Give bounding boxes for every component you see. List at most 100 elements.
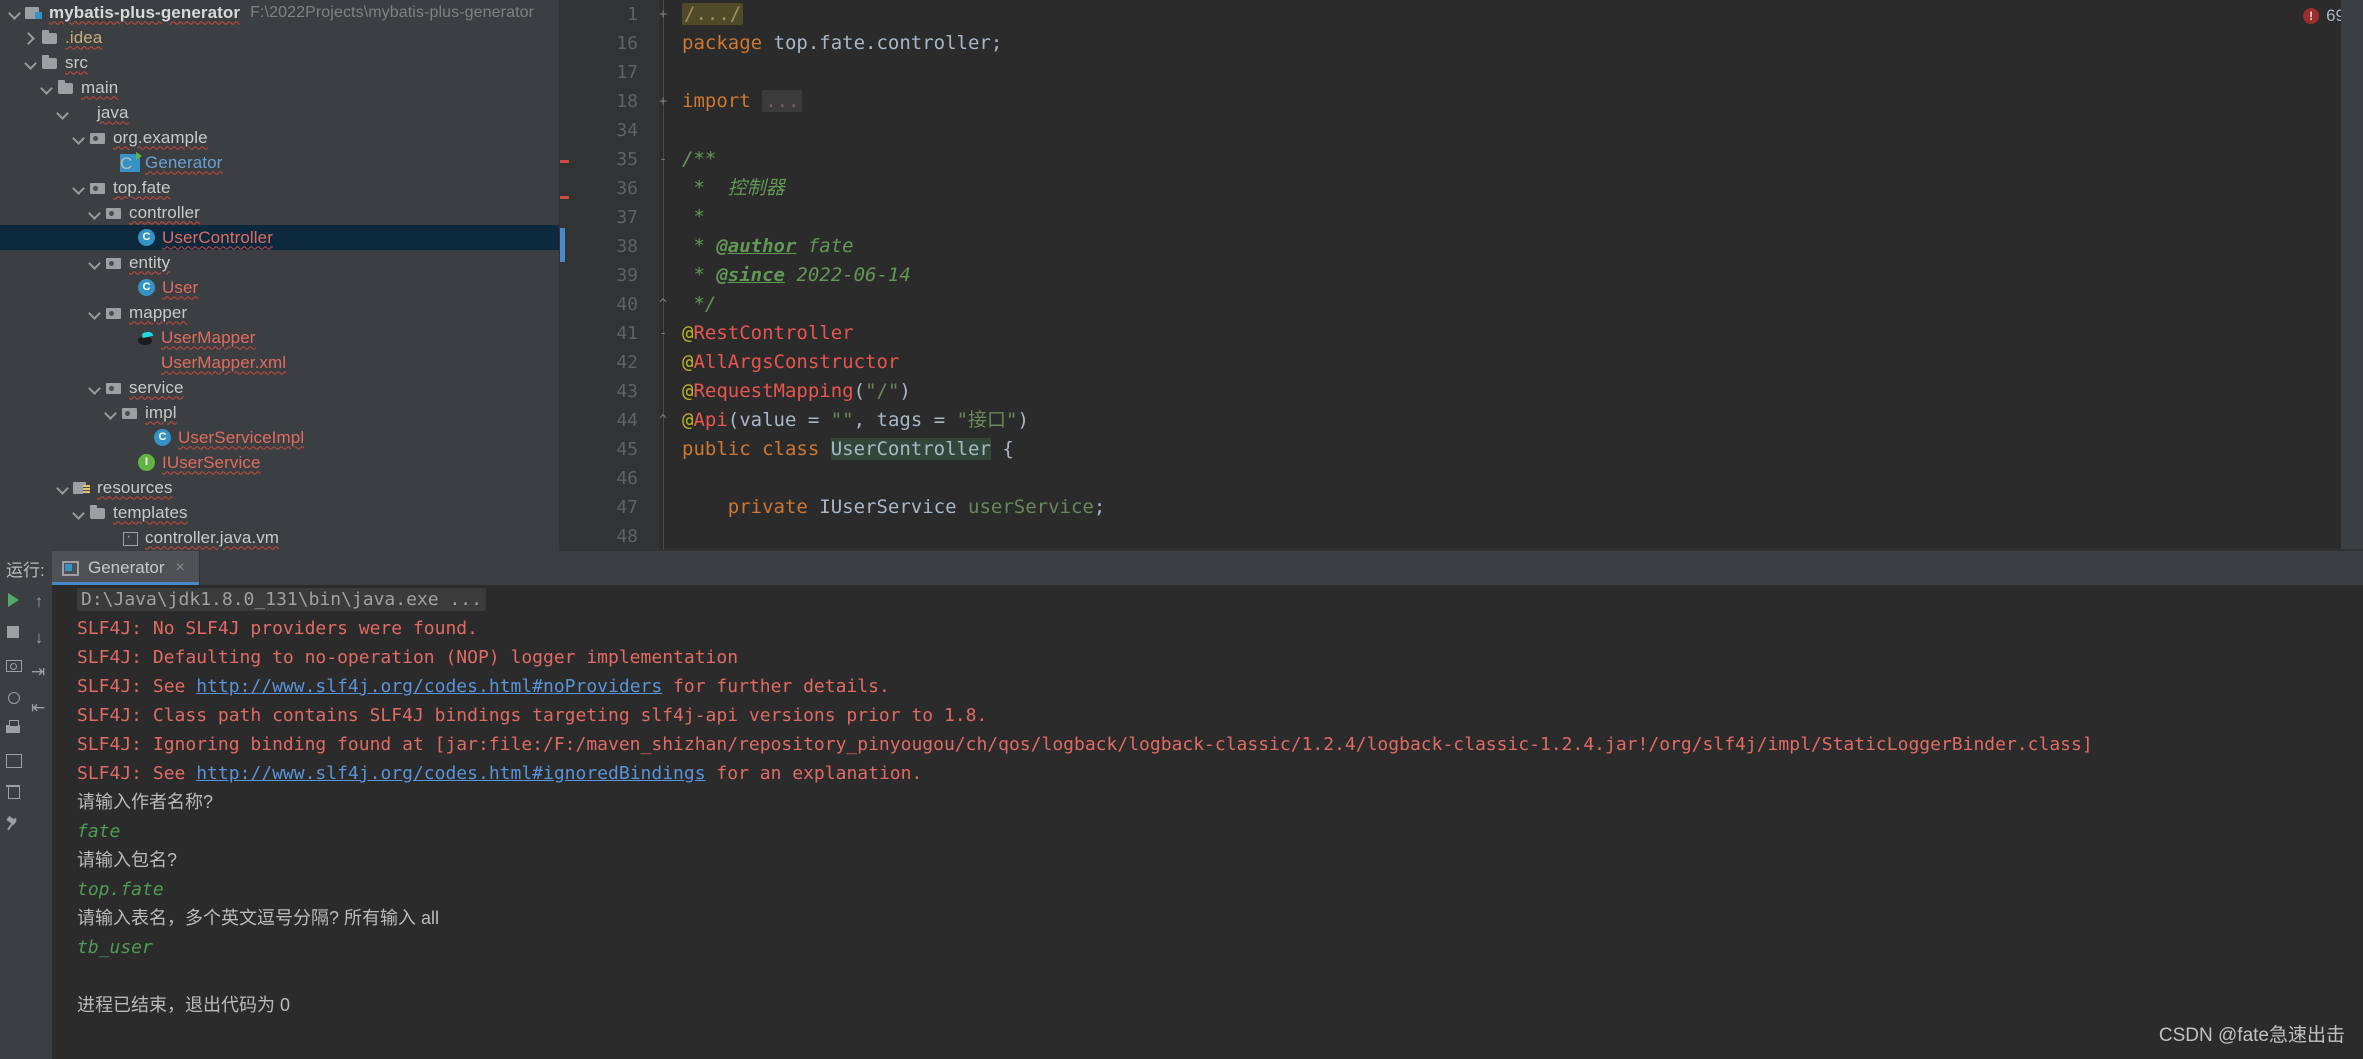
- code-token: IUserService: [819, 496, 968, 518]
- code-line[interactable]: 43 @RequestMapping("/"): [560, 377, 2363, 406]
- chevron-down-icon[interactable]: [70, 129, 88, 147]
- project-tree[interactable]: .idea src main java org.example C Generator top…: [0, 25, 559, 550]
- tree-row-controller[interactable]: controller: [0, 200, 559, 225]
- chevron-down-icon[interactable]: [54, 104, 72, 122]
- console-line: SLF4J: Class path contains SLF4J binding…: [52, 701, 2363, 730]
- fold-toggle-icon[interactable]: +: [656, 0, 670, 29]
- tree-row-java[interactable]: java: [0, 100, 559, 125]
- scroll-down-button[interactable]: ↓: [30, 629, 48, 647]
- tree-row-generator[interactable]: C Generator: [0, 150, 559, 175]
- console-text: 请输入表名，多个英文逗号分隔? 所有输入 all: [77, 908, 440, 928]
- console-text: SLF4J: See: [77, 676, 197, 697]
- fold-toggle-icon[interactable]: ^: [656, 406, 670, 435]
- code-line[interactable]: 35-/**: [560, 145, 2363, 174]
- console-output[interactable]: D:\Java\jdk1.8.0_131\bin\java.exe ... SLF…: [52, 585, 2363, 1059]
- top-area: mybatis-plus-generator F:\2022Projects\m…: [0, 0, 2363, 551]
- tree-row--idea[interactable]: .idea: [0, 25, 559, 50]
- tree-row-top-fate[interactable]: top.fate: [0, 175, 559, 200]
- tree-row-entity[interactable]: entity: [0, 250, 559, 275]
- watermark-label: CSDN @fate急速出击: [2158, 1025, 2345, 1046]
- console-link[interactable]: http://www.slf4j.org/codes.html#noProvid…: [196, 676, 662, 697]
- fold-toggle-icon[interactable]: ^: [656, 290, 670, 319]
- tree-row-iuserservice[interactable]: I IUserService: [0, 450, 559, 475]
- chevron-down-icon[interactable]: [86, 304, 104, 322]
- tree-row-service[interactable]: service: [0, 375, 559, 400]
- code-line[interactable]: 46: [560, 464, 2363, 493]
- rerun-button[interactable]: [4, 591, 22, 609]
- close-icon[interactable]: ×: [176, 559, 185, 577]
- chevron-down-icon[interactable]: [22, 54, 40, 72]
- code-line[interactable]: 45 public class UserController {: [560, 435, 2363, 464]
- code-line[interactable]: 1 + /.../: [560, 0, 2363, 29]
- scroll-to-end-button[interactable]: [30, 699, 48, 719]
- tab-generator[interactable]: Generator ×: [52, 551, 199, 585]
- run-toolbar-left[interactable]: [0, 585, 26, 1059]
- code-line[interactable]: 18 + import ...: [560, 87, 2363, 116]
- soft-wrap-button[interactable]: [30, 663, 48, 683]
- tree-item-label: Generator: [145, 152, 223, 172]
- chevron-down-icon[interactable]: [6, 4, 24, 22]
- code-line[interactable]: 39 * @since 2022-06-14: [560, 261, 2363, 290]
- code-line[interactable]: 41- @RestController: [560, 319, 2363, 348]
- tree-row-org-example[interactable]: org.example: [0, 125, 559, 150]
- code-token: "接口": [956, 409, 1018, 431]
- code-line[interactable]: 38 * @author fate: [560, 232, 2363, 261]
- book-button[interactable]: [4, 751, 22, 769]
- chevron-down-icon[interactable]: [54, 479, 72, 497]
- tree-row-user[interactable]: C User: [0, 275, 559, 300]
- tree-row-usermapper[interactable]: UserMapper: [0, 325, 559, 350]
- chevron-down-icon[interactable]: [86, 204, 104, 222]
- console-scrollbar[interactable]: [2349, 585, 2363, 1059]
- tree-row-templates[interactable]: templates: [0, 500, 559, 525]
- tree-row-main[interactable]: main: [0, 75, 559, 100]
- code-line[interactable]: 48: [560, 522, 2363, 551]
- code-line[interactable]: 37 *: [560, 203, 2363, 232]
- tree-row-impl[interactable]: impl: [0, 400, 559, 425]
- code-line[interactable]: 36 * 控制器: [560, 174, 2363, 203]
- code-line[interactable]: 16 package top.fate.controller;: [560, 29, 2363, 58]
- fold-toggle-icon[interactable]: +: [656, 87, 670, 116]
- tree-row-project-root[interactable]: mybatis-plus-generator F:\2022Projects\m…: [0, 0, 559, 25]
- code-line[interactable]: 34: [560, 116, 2363, 145]
- tree-item-label: entity: [129, 252, 171, 272]
- chevron-down-icon[interactable]: [86, 379, 104, 397]
- run-tab-bar[interactable]: 运行: Generator ×: [0, 551, 2363, 585]
- code-token: package: [682, 32, 774, 54]
- tree-row-resources[interactable]: resources: [0, 475, 559, 500]
- chevron-down-icon[interactable]: [70, 179, 88, 197]
- chevron-right-icon[interactable]: [22, 29, 40, 47]
- camera-button[interactable]: [4, 655, 22, 673]
- run-toolbar-secondary[interactable]: ↑ ↓: [26, 585, 52, 1059]
- code-lines[interactable]: 1 + /.../ 16 package top.fate.controller; 17 1…: [560, 0, 2363, 551]
- scroll-up-button[interactable]: ↑: [30, 593, 48, 611]
- code-line[interactable]: 42 @AllArgsConstructor: [560, 348, 2363, 377]
- fold-toggle-icon[interactable]: -: [656, 319, 670, 348]
- code-line[interactable]: 40 ^ */: [560, 290, 2363, 319]
- tree-row-usercontroller[interactable]: C UserController: [0, 225, 559, 250]
- tree-row-controller-java-vm[interactable]: controller.java.vm: [0, 525, 559, 550]
- code-editor[interactable]: 1 + /.../ 16 package top.fate.controller; 17 1…: [560, 0, 2363, 551]
- project-tool-window[interactable]: mybatis-plus-generator F:\2022Projects\m…: [0, 0, 560, 551]
- chevron-down-icon[interactable]: [86, 254, 104, 272]
- code-line[interactable]: 17: [560, 58, 2363, 87]
- code-line[interactable]: 44 ^ @Api(value = "", tags = "接口"): [560, 406, 2363, 435]
- chevron-down-icon[interactable]: [38, 79, 56, 97]
- tree-row-usermapper-xml[interactable]: UserMapper.xml: [0, 350, 559, 375]
- code-token: @: [682, 380, 694, 402]
- chevron-down-icon[interactable]: [102, 404, 120, 422]
- tree-row-mapper[interactable]: mapper: [0, 300, 559, 325]
- trash-button[interactable]: [4, 783, 22, 801]
- settings-button[interactable]: [4, 687, 22, 705]
- inspection-error-badge[interactable]: ! 69: [2303, 6, 2345, 26]
- print-button[interactable]: [4, 719, 22, 737]
- stop-button[interactable]: [4, 623, 22, 641]
- module-icon: [24, 4, 44, 22]
- tree-row-src[interactable]: src: [0, 50, 559, 75]
- fold-toggle-icon[interactable]: -: [656, 145, 670, 174]
- tree-row-userserviceimpl[interactable]: C UserServiceImpl: [0, 425, 559, 450]
- pin-button[interactable]: [4, 815, 22, 833]
- console-link[interactable]: http://www.slf4j.org/codes.html#ignoredB…: [196, 763, 705, 784]
- code-line[interactable]: 47 private IUserService userService;: [560, 493, 2363, 522]
- chevron-down-icon[interactable]: [70, 504, 88, 522]
- editor-right-rail[interactable]: [2341, 0, 2363, 551]
